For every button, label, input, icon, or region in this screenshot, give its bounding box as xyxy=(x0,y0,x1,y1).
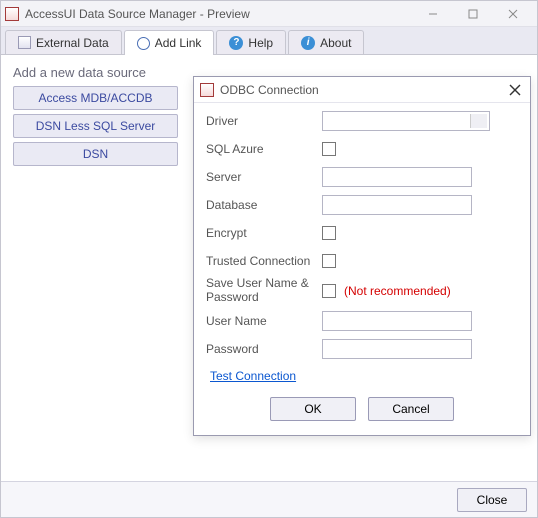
tab-help[interactable]: ? Help xyxy=(216,30,286,54)
tabstrip: External Data Add Link ? Help i About xyxy=(1,27,537,55)
minimize-button[interactable] xyxy=(413,2,453,26)
server-label: Server xyxy=(206,170,322,184)
test-connection-link[interactable]: Test Connection xyxy=(210,369,296,383)
access-mdb-button[interactable]: Access MDB/ACCDB xyxy=(13,86,178,110)
tab-label: Help xyxy=(248,36,273,50)
close-window-button[interactable] xyxy=(493,2,533,26)
tab-label: External Data xyxy=(36,36,109,50)
username-input[interactable] xyxy=(322,311,472,331)
dialog-close-button[interactable] xyxy=(506,81,524,99)
sql-azure-checkbox[interactable] xyxy=(322,142,336,156)
titlebar: AccessUI Data Source Manager - Preview xyxy=(1,1,537,27)
help-icon: ? xyxy=(229,36,243,50)
cancel-button[interactable]: Cancel xyxy=(368,397,454,421)
driver-combo[interactable] xyxy=(322,111,490,131)
chevron-down-icon xyxy=(475,118,483,123)
save-credentials-checkbox[interactable] xyxy=(322,284,336,298)
tab-external-data[interactable]: External Data xyxy=(5,30,122,54)
trusted-label: Trusted Connection xyxy=(206,254,322,268)
tab-label: Add Link xyxy=(155,36,202,50)
link-icon xyxy=(137,37,150,50)
odbc-connection-dialog: ODBC Connection Driver SQL Azure Server … xyxy=(193,76,531,436)
trusted-connection-checkbox[interactable] xyxy=(322,254,336,268)
server-input[interactable] xyxy=(322,167,472,187)
not-recommended-text: (Not recommended) xyxy=(344,284,451,298)
dialog-button-row: OK Cancel xyxy=(206,391,518,431)
tab-add-link[interactable]: Add Link xyxy=(124,30,215,55)
dialog-body: Driver SQL Azure Server Database Encrypt xyxy=(194,103,530,437)
password-label: Password xyxy=(206,342,322,356)
database-input[interactable] xyxy=(322,195,472,215)
dsn-less-sql-button[interactable]: DSN Less SQL Server xyxy=(13,114,178,138)
maximize-button[interactable] xyxy=(453,2,493,26)
ok-button[interactable]: OK xyxy=(270,397,356,421)
window-title: AccessUI Data Source Manager - Preview xyxy=(25,7,413,21)
database-label: Database xyxy=(206,198,322,212)
dialog-title: ODBC Connection xyxy=(220,83,506,97)
driver-label: Driver xyxy=(206,114,322,128)
dsn-button[interactable]: DSN xyxy=(13,142,178,166)
tab-about[interactable]: i About xyxy=(288,30,364,54)
username-label: User Name xyxy=(206,314,322,328)
save-credentials-label: Save User Name & Password xyxy=(206,277,322,305)
tab-label: About xyxy=(320,36,351,50)
close-button[interactable]: Close xyxy=(457,488,527,512)
close-icon xyxy=(509,84,521,96)
encrypt-label: Encrypt xyxy=(206,226,322,240)
dialog-icon xyxy=(200,83,214,97)
info-icon: i xyxy=(301,36,315,50)
encrypt-checkbox[interactable] xyxy=(322,226,336,240)
dialog-titlebar: ODBC Connection xyxy=(194,77,530,103)
password-input[interactable] xyxy=(322,339,472,359)
data-source-buttons: Access MDB/ACCDB DSN Less SQL Server DSN xyxy=(13,86,178,166)
app-icon xyxy=(5,7,19,21)
sql-azure-label: SQL Azure xyxy=(206,142,322,156)
database-icon xyxy=(18,36,31,49)
footer: Close xyxy=(1,481,537,517)
